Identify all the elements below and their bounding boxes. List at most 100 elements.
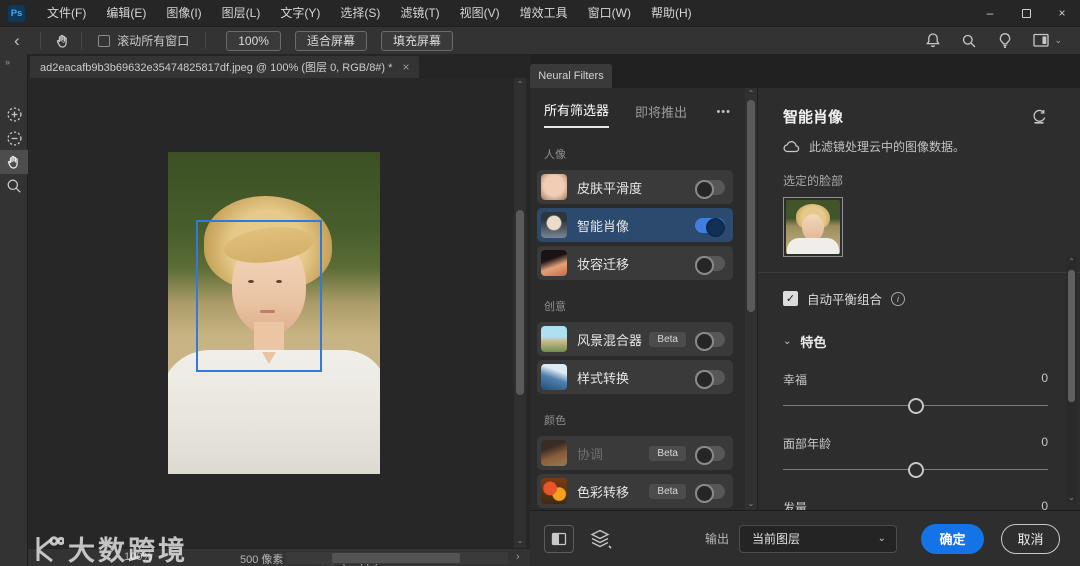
scroll-down-icon[interactable]: ⌄ [1066, 493, 1077, 503]
settings-scrollbar[interactable]: ⌃ ⌄ [1066, 256, 1077, 504]
workspace-switcher[interactable]: ⌄ [1033, 33, 1062, 48]
more-options-icon[interactable]: ••• [716, 106, 731, 128]
notifications-bell-icon[interactable] [925, 32, 941, 49]
collapse-panel-icon[interactable]: » [0, 54, 27, 67]
photo-boy-portrait [168, 152, 380, 474]
slider-value[interactable]: 0 [1041, 371, 1048, 388]
smart-portrait-thumbnail [541, 212, 567, 238]
zoom-tool[interactable] [0, 174, 28, 198]
preview-compare-button[interactable] [544, 524, 574, 553]
document-tab[interactable]: ad2eacafb9b3b69632e35474825817df.jpeg @ … [30, 56, 420, 78]
slider-label: 发量 [783, 501, 808, 510]
menu-view[interactable]: 视图(V) [450, 0, 510, 26]
menu-file[interactable]: 文件(F) [37, 0, 96, 26]
scroll-left-icon[interactable]: ‹ [274, 551, 278, 563]
hand-icon [7, 155, 18, 169]
selected-face-thumbnail[interactable] [783, 197, 843, 257]
featured-label: 特色 [800, 335, 827, 350]
scrollbar-thumb[interactable] [747, 100, 755, 312]
menu-window[interactable]: 窗口(W) [578, 0, 641, 26]
slider-handle[interactable] [907, 462, 924, 478]
hand-tool[interactable] [0, 150, 28, 174]
neural-filters-tabstrip: Neural Filters [530, 54, 1080, 88]
scroll-up-icon[interactable]: ⌃ [514, 80, 526, 90]
tab-wait-list[interactable]: 即将推出 [635, 102, 687, 128]
zoom-in-tool[interactable] [0, 102, 28, 126]
output-dropdown[interactable]: 当前图层 ⌄ [739, 524, 897, 553]
fill-screen-button[interactable]: 填充屏幕 [380, 30, 453, 51]
scroll-up-icon[interactable]: ⌃ [1066, 257, 1077, 267]
scrollbar-thumb[interactable] [516, 210, 524, 395]
scroll-up-icon[interactable]: ⌃ [745, 89, 757, 99]
hand-tool-preset[interactable]: ⌄ [47, 33, 76, 49]
canvas[interactable]: ⌃ ⌄ [28, 78, 530, 548]
filter-makeup-transfer[interactable]: 妆容迁移 [537, 246, 733, 280]
selected-face-label: 选定的脸部 [783, 174, 844, 188]
slider-value[interactable]: 0 [1041, 435, 1048, 452]
featured-section-header[interactable]: ⌄ 特色 [783, 332, 1048, 351]
ok-button[interactable]: 确定 [921, 523, 984, 554]
minimize-icon[interactable]: – [972, 0, 1008, 26]
tab-all-filters[interactable]: 所有筛选器 [544, 100, 610, 128]
canvas-horizontal-scrollbar[interactable] [286, 552, 508, 564]
neural-filters-tab[interactable]: Neural Filters [530, 64, 612, 88]
chevron-down-icon: ⌄ [1054, 35, 1062, 45]
slider-value[interactable]: 0 [1041, 499, 1048, 510]
chevron-down-icon: ⌄ [59, 35, 68, 45]
slider-handle[interactable] [907, 398, 924, 414]
scroll-down-icon[interactable]: ⌄ [514, 536, 526, 546]
menu-edit[interactable]: 编辑(E) [96, 0, 156, 26]
filter-list-scrollbar[interactable]: ⌃ ⌄ [745, 88, 757, 510]
landscape-mixer-toggle[interactable] [695, 331, 725, 351]
cancel-button[interactable]: 取消 [1001, 523, 1060, 554]
checkbox-unchecked[interactable] [98, 34, 111, 47]
scrollbar-thumb[interactable] [332, 553, 460, 563]
harmonization-toggle[interactable] [695, 445, 725, 465]
filter-skin-smoothing[interactable]: 皮肤平滑度 [537, 170, 733, 204]
tool-strip: » [0, 54, 28, 566]
zoom-100-button[interactable]: 100% [226, 30, 281, 51]
menu-help[interactable]: 帮助(H) [641, 0, 702, 26]
slider-label: 面部年龄 [783, 437, 832, 451]
zoom-out-icon [6, 130, 22, 146]
menu-type[interactable]: 文字(Y) [270, 0, 330, 26]
zoom-out-tool[interactable] [0, 126, 28, 150]
checkbox-checked-icon[interactable]: ✓ [783, 291, 798, 306]
close-icon[interactable]: × [1044, 0, 1080, 26]
document-title: ad2eacafb9b3b69632e35474825817df.jpeg @ … [40, 62, 393, 74]
discover-bulb-icon[interactable] [997, 32, 1013, 49]
menu-plugins[interactable]: 增效工具 [510, 0, 578, 26]
fit-screen-button[interactable]: 适合屏幕 [294, 30, 367, 51]
filter-harmonization[interactable]: 协调 Beta [537, 436, 733, 470]
filter-style-transfer[interactable]: 样式转换 [537, 360, 733, 394]
scroll-down-icon[interactable]: ⌄ [745, 499, 757, 509]
chevron-down-icon: ⌄ [877, 533, 886, 544]
skin-smoothing-toggle[interactable] [695, 179, 725, 199]
reset-icon[interactable] [1030, 109, 1048, 125]
show-layers-button[interactable] [590, 529, 612, 549]
color-transfer-toggle[interactable] [695, 483, 725, 503]
back-arrow-icon[interactable]: ‹ [0, 28, 34, 54]
info-icon[interactable]: i [891, 291, 906, 306]
scrollbar-thumb[interactable] [1068, 270, 1075, 402]
restore-icon[interactable] [1008, 0, 1044, 26]
filter-smart-portrait[interactable]: 智能肖像 [537, 208, 733, 242]
makeup-transfer-toggle[interactable] [695, 255, 725, 275]
menu-select[interactable]: 选择(S) [330, 0, 390, 26]
scroll-all-windows-option[interactable]: 滚动所有窗口 [88, 32, 199, 49]
scroll-right-icon[interactable]: › [516, 551, 520, 563]
menu-image[interactable]: 图像(I) [156, 0, 211, 26]
filter-color-transfer[interactable]: 色彩转移 Beta [537, 474, 733, 508]
watermark: 大数跨境 [30, 529, 188, 566]
search-icon[interactable] [961, 33, 977, 49]
auto-balance-option[interactable]: ✓ 自动平衡组合 i [783, 289, 1048, 308]
canvas-vertical-scrollbar[interactable]: ⌃ ⌄ [514, 78, 526, 548]
document-area: ad2eacafb9b3b69632e35474825817df.jpeg @ … [28, 54, 530, 566]
menu-layer[interactable]: 图层(L) [212, 0, 271, 26]
close-tab-icon[interactable]: × [402, 60, 409, 74]
status-menu-icon[interactable]: › [264, 551, 268, 563]
menu-filter[interactable]: 滤镜(T) [390, 0, 449, 26]
style-transfer-toggle[interactable] [695, 369, 725, 389]
smart-portrait-toggle[interactable] [695, 217, 725, 237]
filter-landscape-mixer[interactable]: 风景混合器 Beta [537, 322, 733, 356]
